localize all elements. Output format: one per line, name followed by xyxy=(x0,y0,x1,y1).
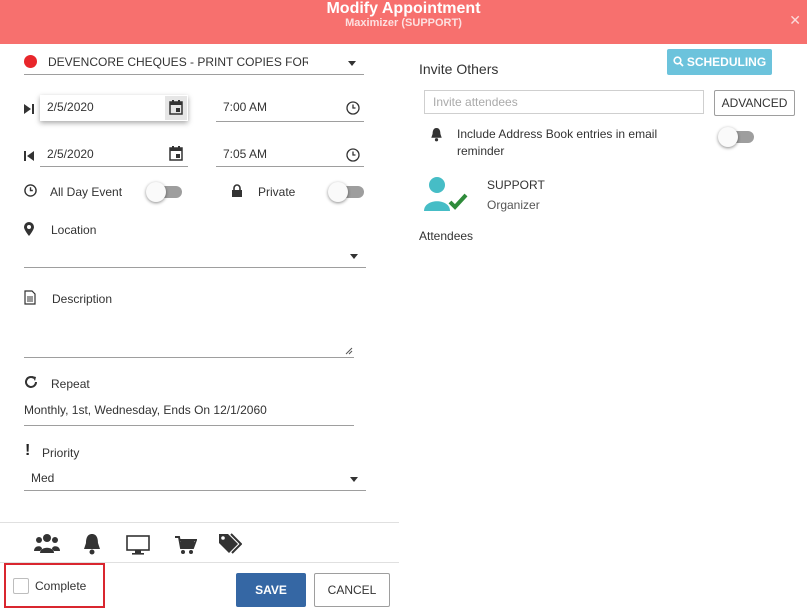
complete-checkbox[interactable] xyxy=(13,578,29,594)
location-label: Location xyxy=(51,223,97,237)
toolbar-divider xyxy=(0,522,399,523)
priority-underline xyxy=(24,490,366,491)
lock-icon xyxy=(232,184,242,197)
priority-icon: ! xyxy=(25,442,31,459)
attendees-label: Attendees xyxy=(419,229,474,243)
all-day-toggle[interactable] xyxy=(146,182,182,202)
toggle-knob xyxy=(146,182,166,202)
dropdown-arrow-icon[interactable] xyxy=(349,253,359,261)
end-date-field[interactable]: 2/5/2020 xyxy=(47,147,94,161)
scheduling-button[interactable]: SCHEDULING xyxy=(667,49,772,75)
all-day-label: All Day Event xyxy=(50,185,123,199)
status-dot-icon[interactable] xyxy=(24,55,37,68)
bell-icon xyxy=(431,128,442,142)
repeat-underline xyxy=(24,425,354,426)
tags-icon[interactable] xyxy=(218,533,242,555)
calendar-icon[interactable] xyxy=(169,146,183,161)
end-icon xyxy=(24,151,34,161)
complete-label[interactable]: Complete xyxy=(35,579,86,593)
bell-icon[interactable] xyxy=(82,533,102,555)
address-book-toggle[interactable] xyxy=(718,127,754,147)
document-icon xyxy=(24,290,36,305)
clock-icon[interactable] xyxy=(346,148,360,162)
monitor-icon[interactable] xyxy=(126,535,150,555)
toggle-knob xyxy=(328,182,348,202)
subject-field[interactable]: DEVENCORE CHEQUES - PRINT COPIES FOR ... xyxy=(48,55,308,69)
calendar-icon[interactable] xyxy=(165,96,187,120)
repeat-value[interactable]: Monthly, 1st, Wednesday, Ends On 12/1/20… xyxy=(24,403,267,417)
location-dropdown[interactable] xyxy=(24,246,366,268)
cancel-button[interactable]: CANCEL xyxy=(314,573,390,607)
advanced-button[interactable]: ADVANCED xyxy=(714,90,795,116)
start-icon xyxy=(24,104,34,114)
start-time-underline xyxy=(216,121,364,122)
end-time-underline xyxy=(216,166,364,167)
private-toggle[interactable] xyxy=(328,182,364,202)
private-label: Private xyxy=(258,185,296,199)
location-pin-icon xyxy=(24,222,34,236)
search-icon xyxy=(673,56,684,67)
address-book-label-line1: Include Address Book entries in email xyxy=(457,127,658,141)
start-date-value: 2/5/2020 xyxy=(47,100,94,114)
repeat-label: Repeat xyxy=(51,377,90,391)
dialog-header: Modify Appointment Maximizer (SUPPORT) ✕ xyxy=(0,0,807,44)
invite-heading: Invite Others xyxy=(419,61,499,77)
dropdown-arrow-icon[interactable] xyxy=(347,60,357,68)
description-label: Description xyxy=(52,292,113,306)
start-time-field[interactable]: 7:00 AM xyxy=(223,100,267,114)
cart-icon[interactable] xyxy=(175,535,197,555)
repeat-icon xyxy=(25,376,37,388)
users-icon[interactable] xyxy=(34,532,60,554)
dropdown-arrow-icon[interactable] xyxy=(349,476,359,484)
address-book-label-line2: reminder xyxy=(457,144,505,158)
organizer-name: SUPPORT xyxy=(487,178,545,192)
invite-attendees-input[interactable] xyxy=(424,90,704,114)
person-check-icon xyxy=(424,177,468,211)
dialog-title: Modify Appointment xyxy=(326,0,481,17)
clock-icon xyxy=(24,184,37,197)
clock-icon[interactable] xyxy=(346,101,360,115)
organizer-role: Organizer xyxy=(487,198,540,212)
toggle-knob xyxy=(718,127,738,147)
priority-label: Priority xyxy=(42,446,80,460)
resize-handle-icon[interactable] xyxy=(345,347,353,355)
priority-select[interactable]: Med xyxy=(31,471,54,485)
end-time-field[interactable]: 7:05 AM xyxy=(223,147,267,161)
dialog-subtitle: Maximizer (SUPPORT) xyxy=(345,17,462,29)
save-button[interactable]: SAVE xyxy=(236,573,306,607)
end-date-underline xyxy=(40,166,188,167)
close-icon[interactable]: ✕ xyxy=(789,12,801,29)
description-textarea[interactable] xyxy=(24,315,354,358)
scheduling-label: SCHEDULING xyxy=(686,55,767,69)
subject-underline xyxy=(24,74,364,75)
